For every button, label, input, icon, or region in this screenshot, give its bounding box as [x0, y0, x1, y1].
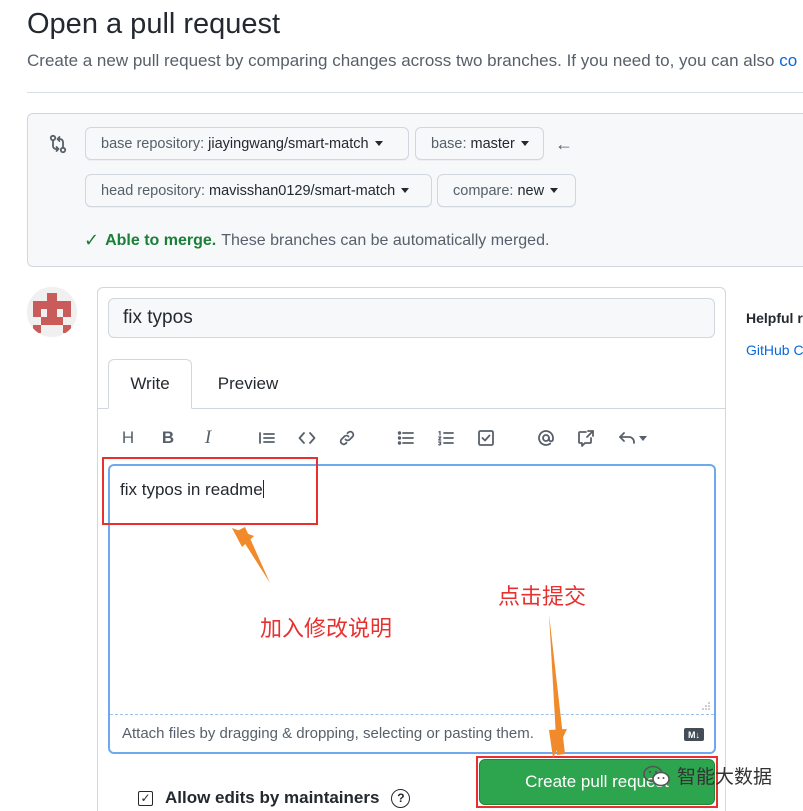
tab-write[interactable]: Write: [108, 359, 192, 409]
mention-button[interactable]: [534, 424, 558, 452]
merge-ok-label: Able to merge.: [105, 231, 217, 249]
base-repository-value: jiayingwang/smart-match: [208, 135, 369, 152]
git-compare-icon: [49, 134, 67, 154]
compare-branch-value: new: [517, 182, 545, 199]
base-branch-label: base:: [431, 135, 467, 152]
attach-files-bar[interactable]: Attach files by dragging & dropping, sel…: [110, 714, 714, 752]
tab-preview[interactable]: Preview: [202, 359, 294, 409]
page-subtitle: Create a new pull request by comparing c…: [27, 51, 803, 71]
annotation-submit: 点击提交: [498, 585, 587, 610]
base-repository-select[interactable]: base repository: jiayingwang/smart-match: [85, 127, 409, 160]
code-button[interactable]: [295, 424, 319, 452]
watermark: 智能大数据: [642, 762, 772, 789]
merge-status: ✓ Able to merge. These branches can be a…: [84, 230, 549, 251]
resize-grip-icon[interactable]: [702, 702, 710, 710]
help-icon[interactable]: ?: [391, 788, 411, 808]
code-icon: [298, 432, 316, 444]
allow-edits-option[interactable]: ✓ Allow edits by maintainers ?: [138, 788, 411, 808]
heading-icon: H: [121, 428, 135, 447]
head-repository-label: head repository:: [101, 182, 205, 199]
annotation-describe: 加入修改说明: [260, 617, 393, 642]
subtitle-text: Create a new pull request by comparing c…: [27, 51, 780, 70]
arrow-left-icon: ←: [555, 134, 573, 154]
ordered-list-icon: [438, 430, 454, 446]
pr-title-input[interactable]: [108, 298, 715, 338]
head-repository-select[interactable]: head repository: mavisshan0129/smart-mat…: [85, 174, 432, 207]
unordered-list-button[interactable]: [394, 424, 418, 452]
chevron-down-icon: [520, 141, 529, 146]
allow-edits-checkbox[interactable]: ✓: [138, 790, 153, 806]
allow-edits-label: Allow edits by maintainers: [165, 788, 380, 807]
watermark-text: 智能大数据: [677, 766, 773, 788]
compare-branch-select[interactable]: compare: new: [437, 174, 576, 207]
link-icon: [339, 430, 355, 446]
bold-icon: B: [161, 428, 175, 447]
pull-request-form: Write Preview H B I: [97, 287, 726, 811]
compare-branch-label: compare:: [453, 182, 514, 199]
italic-icon: I: [204, 427, 212, 448]
saved-replies-button[interactable]: [614, 424, 650, 452]
link-button[interactable]: [335, 424, 359, 452]
markdown-icon[interactable]: M↓: [684, 728, 704, 741]
base-branch-value: master: [470, 135, 515, 152]
identicon-icon: [27, 287, 77, 337]
quote-button[interactable]: [255, 424, 279, 452]
head-repository-value: mavisshan0129/smart-match: [208, 182, 396, 199]
reference-button[interactable]: [574, 424, 598, 452]
bold-button[interactable]: B: [156, 424, 180, 452]
header-divider: [27, 92, 803, 93]
ordered-list-button[interactable]: [434, 424, 458, 452]
avatar[interactable]: [27, 287, 77, 337]
italic-button[interactable]: I: [196, 424, 220, 452]
quote-icon: [259, 432, 275, 444]
annotation-box-body: [102, 457, 318, 525]
chevron-down-icon: [401, 188, 410, 193]
attach-files-text: Attach files by dragging & dropping, sel…: [122, 725, 534, 742]
wechat-icon: [643, 765, 670, 786]
task-list-icon: [478, 430, 494, 446]
cross-reference-icon: [578, 430, 594, 447]
page-title: Open a pull request: [27, 8, 281, 40]
heading-button[interactable]: H: [116, 424, 140, 452]
sidebar-title: Helpful r: [746, 310, 803, 326]
subtitle-link[interactable]: co: [779, 51, 797, 70]
task-list-button[interactable]: [474, 424, 498, 452]
unordered-list-icon: [397, 431, 414, 445]
base-repository-label: base repository:: [101, 135, 205, 152]
mention-icon: [538, 430, 554, 446]
chevron-down-icon: [374, 141, 383, 146]
compare-box: base repository: jiayingwang/smart-match…: [27, 113, 803, 267]
merge-message: These branches can be automatically merg…: [221, 231, 550, 249]
chevron-down-icon: [550, 188, 559, 193]
base-branch-select[interactable]: base: master: [415, 127, 544, 160]
check-icon: ✓: [84, 230, 100, 250]
chevron-down-icon: [638, 435, 647, 441]
sidebar-link[interactable]: GitHub C: [746, 342, 803, 358]
tabs-divider: [98, 408, 725, 409]
reply-icon: [618, 432, 635, 444]
